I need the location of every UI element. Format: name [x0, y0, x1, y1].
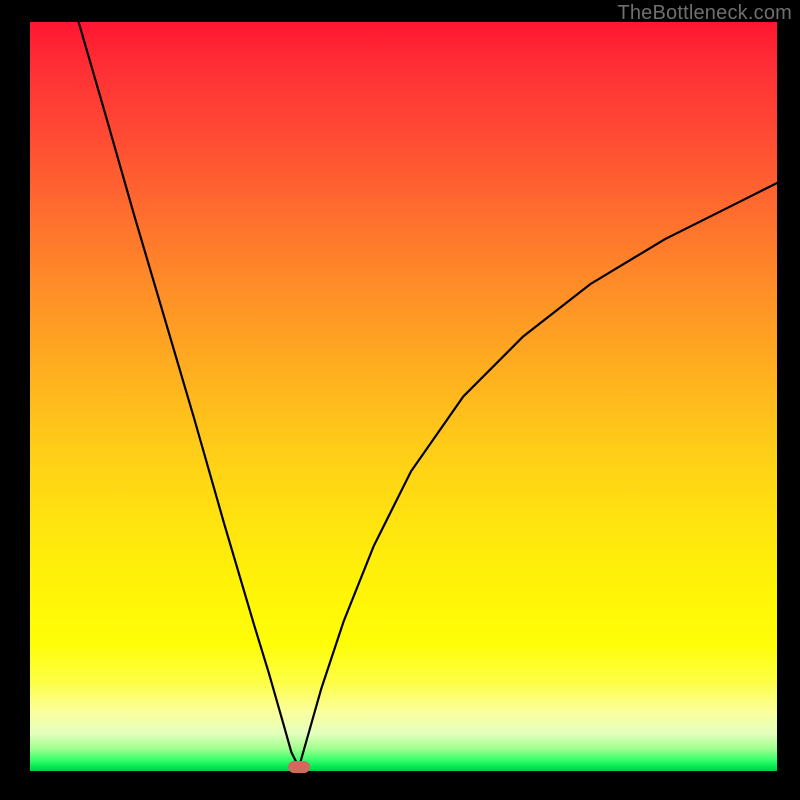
plot-area [30, 22, 777, 771]
curve-path [79, 22, 777, 767]
optimal-marker [288, 761, 310, 773]
bottleneck-curve [30, 22, 777, 771]
chart-frame: TheBottleneck.com [0, 0, 800, 800]
